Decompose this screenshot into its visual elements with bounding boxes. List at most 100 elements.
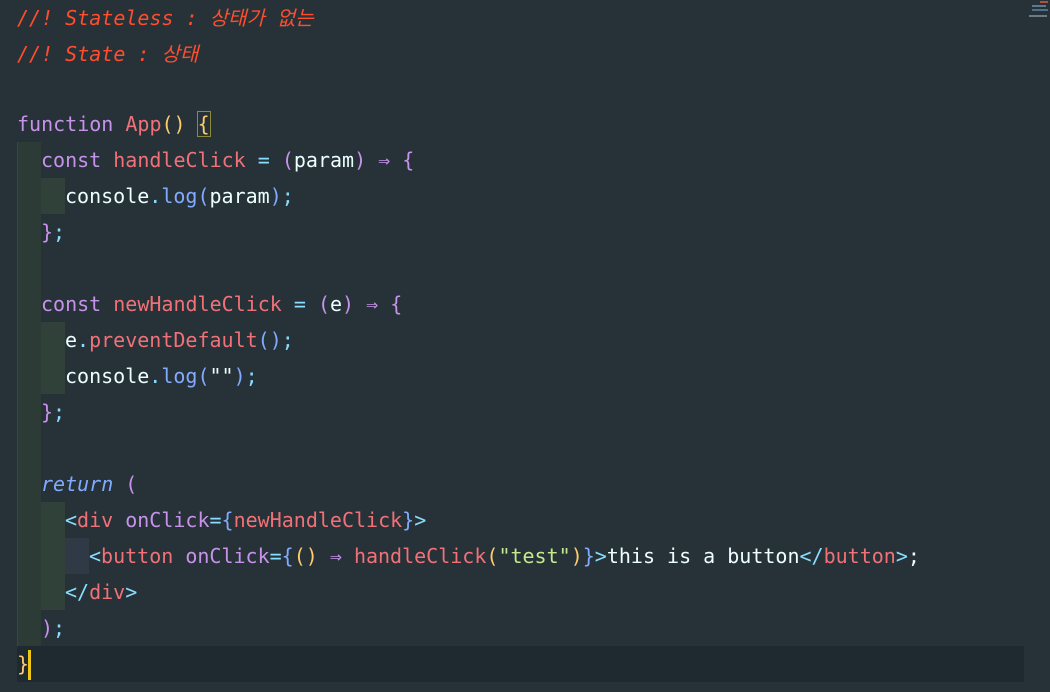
- indent-guide: [41, 574, 65, 610]
- code-line[interactable]: );: [0, 610, 1050, 646]
- indent-guide-line: [17, 178, 18, 214]
- code-token: button: [101, 544, 174, 568]
- code-token: e: [65, 328, 78, 352]
- code-token: }: [41, 400, 54, 424]
- code-line[interactable]: function App() {: [0, 106, 1050, 142]
- code-editor[interactable]: //! Stateless : 상태가 없는 //! State : 상태 func…: [0, 0, 1050, 692]
- code-token: div: [77, 508, 114, 532]
- indent-guide-line: [17, 502, 18, 538]
- indent-guide: [41, 538, 65, 574]
- code-token: }: [41, 220, 54, 244]
- code-token: (): [257, 328, 282, 352]
- code-text: <button onClick={() ⇒ handleClick("test"…: [89, 538, 920, 574]
- indent-guide-line: [17, 394, 18, 430]
- indent-guide: [17, 358, 41, 394]
- code-line[interactable]: return (: [0, 466, 1050, 502]
- code-text: e.preventDefault();: [65, 322, 294, 358]
- code-line[interactable]: [0, 70, 1050, 106]
- code-token: .: [77, 328, 90, 352]
- code-line[interactable]: };: [0, 394, 1050, 430]
- code-text: return (: [41, 466, 137, 502]
- indent-guide-line: [17, 250, 18, 286]
- indent-guide: [41, 322, 65, 358]
- code-token: (: [113, 472, 138, 496]
- code-token: log: [161, 364, 198, 388]
- code-token: (): [293, 544, 318, 568]
- code-line[interactable]: [0, 430, 1050, 466]
- indent-guide-line: [17, 466, 18, 502]
- code-token: ;: [53, 400, 66, 424]
- code-token: param: [209, 184, 270, 208]
- code-token: e: [330, 292, 343, 316]
- code-token: handleClick: [113, 148, 246, 172]
- code-line[interactable]: </div>: [0, 574, 1050, 610]
- code-token: ): [269, 184, 282, 208]
- code-token: (: [281, 148, 294, 172]
- indent-guide: [17, 142, 41, 178]
- code-line[interactable]: console.log(param);: [0, 178, 1050, 214]
- code-token: console: [65, 364, 150, 388]
- code-token: {: [402, 148, 415, 172]
- code-line[interactable]: <button onClick={() ⇒ handleClick("test"…: [0, 538, 1050, 574]
- code-token: "": [209, 364, 234, 388]
- code-token: newHandleClick: [113, 292, 282, 316]
- code-token: log: [161, 184, 198, 208]
- code-token: this is a button: [606, 544, 800, 568]
- code-line[interactable]: //! State : 상태: [0, 36, 1050, 72]
- code-token: ): [342, 292, 355, 316]
- code-token: .: [149, 364, 162, 388]
- code-line[interactable]: const newHandleClick = (e) ⇒ {: [0, 286, 1050, 322]
- indent-guide: [41, 178, 65, 214]
- code-token: ;: [907, 544, 920, 568]
- indent-guide: [17, 466, 41, 502]
- code-token: =: [209, 508, 222, 532]
- code-text: );: [41, 610, 65, 646]
- code-token: </: [65, 580, 90, 604]
- code-token: ;: [53, 220, 66, 244]
- code-token: onClick: [173, 544, 270, 568]
- code-token: {: [390, 292, 403, 316]
- code-text: console.log("");: [65, 358, 258, 394]
- indent-guide: [17, 574, 41, 610]
- indent-guide: [17, 394, 41, 430]
- code-line[interactable]: [0, 250, 1050, 286]
- code-token: ): [570, 544, 583, 568]
- indent-guide-line: [17, 538, 18, 574]
- code-token: //! State : 상태: [17, 42, 199, 66]
- indent-guide: [41, 502, 65, 538]
- code-text: //! State : 상태: [17, 36, 198, 72]
- code-token: function: [17, 112, 126, 136]
- indent-guide: [17, 502, 41, 538]
- code-token: ;: [281, 328, 294, 352]
- code-token: <: [89, 544, 102, 568]
- code-line[interactable]: <div onClick={newHandleClick}>: [0, 502, 1050, 538]
- code-token: ;: [53, 616, 66, 640]
- code-line[interactable]: const handleClick = (param) ⇒ {: [0, 142, 1050, 178]
- indent-guide: [17, 322, 41, 358]
- code-line[interactable]: e.preventDefault();: [0, 322, 1050, 358]
- code-line[interactable]: //! Stateless : 상태가 없는: [0, 0, 1050, 36]
- code-token: div: [89, 580, 126, 604]
- code-token: console: [65, 184, 150, 208]
- indent-guide: [41, 358, 65, 394]
- indent-guide-line: [17, 142, 18, 178]
- code-token: App: [125, 112, 162, 136]
- code-token: "test": [498, 544, 571, 568]
- code-token: }: [402, 508, 415, 532]
- code-token: onClick: [113, 508, 210, 532]
- indent-guide: [65, 538, 89, 574]
- code-token: handleClick: [353, 544, 487, 568]
- code-text: function App() {: [17, 106, 211, 142]
- code-token: ⇒: [354, 292, 391, 316]
- code-line[interactable]: }: [0, 646, 1050, 682]
- code-token: .: [149, 184, 162, 208]
- code-token: {: [221, 508, 234, 532]
- code-line[interactable]: console.log("");: [0, 358, 1050, 394]
- code-token: (): [161, 112, 198, 136]
- code-token: ): [354, 148, 367, 172]
- code-text: const handleClick = (param) ⇒ {: [41, 142, 414, 178]
- code-token: ;: [281, 184, 294, 208]
- code-text: //! Stateless : 상태가 없는: [17, 0, 314, 36]
- code-token: preventDefault: [89, 328, 258, 352]
- code-line[interactable]: };: [0, 214, 1050, 250]
